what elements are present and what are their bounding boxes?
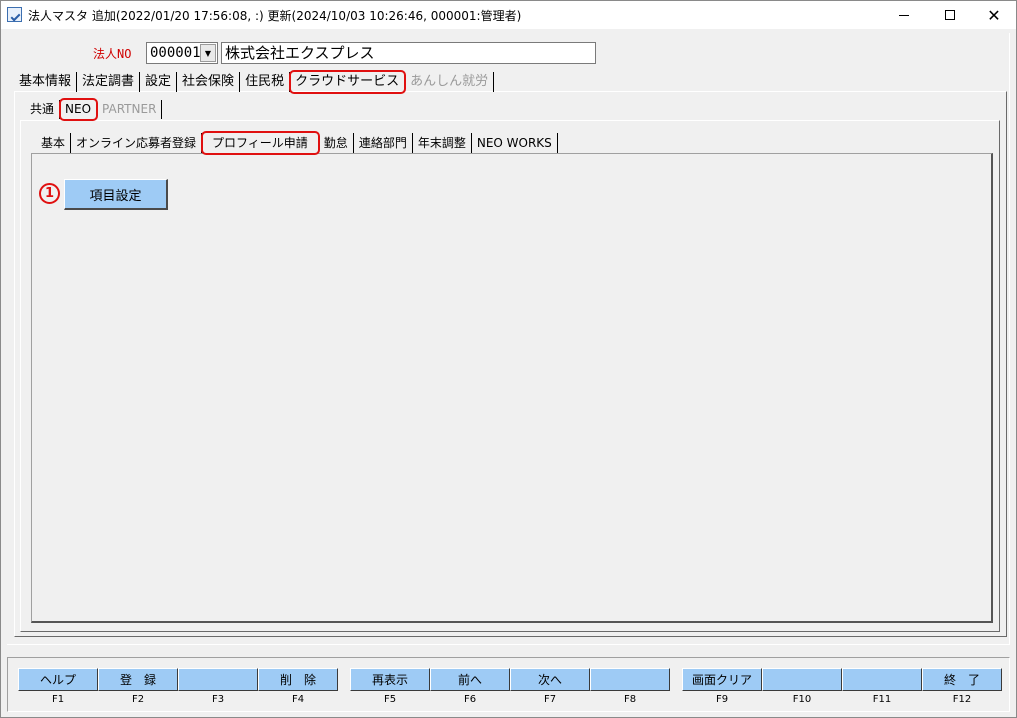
f5-label: 再表示 [350, 668, 430, 691]
tab-contact-department[interactable]: 連絡部門 [354, 133, 413, 153]
f2-key: F2 [131, 694, 145, 705]
title-bar[interactable]: 法人マスタ 追加(2022/01/20 17:56:08, :) 更新(2024… [1, 1, 1016, 29]
f10-button[interactable] [762, 668, 842, 692]
tab-anshin-shuro[interactable]: あんしん就労 [405, 72, 495, 92]
f5-refresh-button[interactable]: 再表示 [350, 668, 430, 692]
f3-button[interactable] [178, 668, 258, 692]
f1-help-button[interactable]: ヘルプ [18, 668, 98, 692]
f8-label [590, 668, 670, 691]
window-title: 法人マスタ 追加(2022/01/20 17:56:08, :) 更新(2024… [28, 9, 522, 23]
f11-key: F11 [872, 694, 892, 705]
f10-key: F10 [792, 694, 812, 705]
item-settings-button[interactable]: 項目設定 [64, 179, 168, 210]
tab-online-applicant[interactable]: オンライン応募者登録 [71, 133, 203, 153]
f10-label [762, 668, 842, 691]
f9-clear-button[interactable]: 画面クリア [682, 668, 762, 692]
f7-next-button[interactable]: 次へ [510, 668, 590, 692]
maximize-icon [945, 10, 955, 20]
tab-profile-application[interactable]: プロフィール申請 [201, 131, 320, 155]
corp-no-select[interactable]: 000001 ▼ [146, 42, 218, 64]
tab-neo[interactable]: NEO [59, 98, 99, 121]
f5-key: F5 [383, 694, 397, 705]
corp-name-field[interactable]: 株式会社エクスプレス [221, 42, 596, 64]
close-icon: ✕ [987, 5, 1001, 25]
f4-delete-button[interactable]: 削 除 [258, 668, 338, 692]
main-tabs: 基本情報 法定調書 設定 社会保険 住民税 クラウドサービス あんしん就労 [14, 70, 495, 94]
minimize-icon [899, 14, 909, 16]
tab-resident-tax[interactable]: 住民税 [240, 72, 291, 92]
f6-previous-button[interactable]: 前へ [430, 668, 510, 692]
f11-label [842, 668, 922, 691]
chevron-down-icon[interactable]: ▼ [200, 44, 216, 62]
f2-register-button[interactable]: 登 録 [98, 668, 178, 692]
f12-key: F12 [952, 694, 972, 705]
f8-key: F8 [623, 694, 637, 705]
step-marker: 1 [39, 183, 60, 204]
sub-tabs: 共通 NEO PARTNER [25, 98, 163, 121]
neo-tab-panel [31, 153, 993, 623]
f3-label [178, 668, 258, 691]
tab-neo-works[interactable]: NEO WORKS [472, 133, 558, 153]
f12-label: 終 了 [922, 668, 1002, 691]
tab-attendance[interactable]: 勤怠 [319, 133, 354, 153]
neo-tabs: 基本 オンライン応募者登録 プロフィール申請 勤怠 連絡部門 年末調整 NEO … [36, 131, 558, 155]
f9-label: 画面クリア [682, 668, 762, 691]
f1-label: ヘルプ [18, 668, 98, 691]
close-button[interactable]: ✕ [971, 1, 1017, 29]
tab-basic-info[interactable]: 基本情報 [14, 72, 78, 92]
tab-cloud-service[interactable]: クラウドサービス [289, 70, 407, 94]
f12-exit-button[interactable]: 終 了 [922, 668, 1002, 692]
f8-button[interactable] [590, 668, 670, 692]
corp-no-label: 法人NO [93, 47, 132, 61]
f4-key: F4 [291, 694, 305, 705]
tab-legal-records[interactable]: 法定調書 [77, 72, 141, 92]
tab-social-insurance[interactable]: 社会保険 [177, 72, 241, 92]
f9-key: F9 [715, 694, 729, 705]
f4-label: 削 除 [258, 668, 338, 691]
f1-key: F1 [51, 694, 65, 705]
f2-label: 登 録 [98, 668, 178, 691]
corp-master-window: 法人マスタ 追加(2022/01/20 17:56:08, :) 更新(2024… [0, 0, 1017, 718]
f7-key: F7 [543, 694, 557, 705]
tab-neo-basic[interactable]: 基本 [36, 133, 72, 153]
minimize-button[interactable] [881, 1, 927, 29]
maximize-button[interactable] [927, 1, 973, 29]
f6-label: 前へ [430, 668, 510, 691]
f11-button[interactable] [842, 668, 922, 692]
tab-common[interactable]: 共通 [25, 100, 61, 119]
f3-key: F3 [211, 694, 225, 705]
corp-no-value: 000001 [150, 45, 201, 61]
tab-partner[interactable]: PARTNER [97, 100, 163, 119]
app-icon [7, 7, 22, 22]
f7-label: 次へ [510, 668, 590, 691]
tab-settings[interactable]: 設定 [140, 72, 178, 92]
f6-key: F6 [463, 694, 477, 705]
tab-year-end-adjustment[interactable]: 年末調整 [413, 133, 472, 153]
